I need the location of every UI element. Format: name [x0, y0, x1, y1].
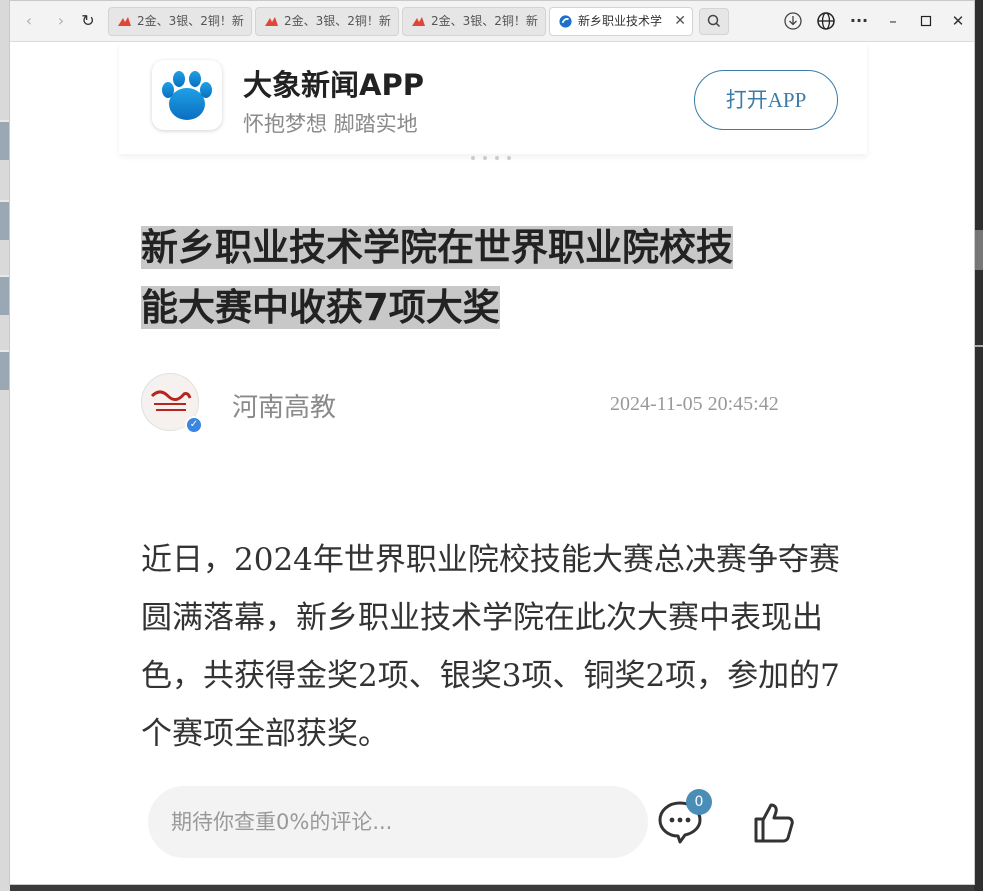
browser-tab[interactable]: 2金、3银、2铜！新: [108, 7, 252, 36]
news-favicon-icon: [412, 17, 425, 26]
app-download-banner[interactable]: 大象新闻APP 怀抱梦想 脚踏实地 打开APP: [119, 42, 867, 160]
desktop-segment: [974, 230, 983, 270]
banner-pagination-dots: [471, 145, 521, 160]
browser-tab[interactable]: 2金、3银、2铜！新: [255, 7, 399, 36]
app-slogan: 怀抱梦想 脚踏实地: [243, 112, 418, 136]
article-title: 新乡职业技术学院在世界职业院校技 能大赛中收获7项大奖: [141, 218, 841, 338]
thumbs-up-icon[interactable]: [750, 799, 798, 847]
app-logo: [152, 60, 222, 130]
more-menu-icon[interactable]: ···: [848, 10, 870, 32]
open-app-button[interactable]: 打开APP: [694, 70, 838, 130]
site-favicon-icon: [559, 15, 572, 28]
browser-tab-active[interactable]: 新乡职业技术学 ✕: [549, 7, 693, 36]
comment-count-badge: 0: [686, 789, 712, 815]
search-tab-button[interactable]: [699, 8, 729, 35]
browser-titlebar: ‹ › ↻ 2金、3银、2铜！新 2金、3银、2铜！新 2金、3银、2铜！新 新…: [10, 1, 974, 42]
close-window-icon[interactable]: ✕: [947, 10, 969, 32]
tab-label: 2金、3银、2铜！新: [137, 14, 244, 28]
download-icon[interactable]: [782, 10, 804, 32]
globe-icon[interactable]: [815, 10, 837, 32]
forward-button[interactable]: ›: [50, 10, 72, 32]
tab-label: 2金、3银、2铜！新: [284, 14, 391, 28]
article-title-line: 新乡职业技术学院在世界职业院校技: [141, 226, 733, 269]
minimize-icon[interactable]: –: [882, 10, 904, 32]
news-favicon-icon: [265, 17, 278, 26]
author-name[interactable]: 河南高教: [232, 387, 336, 424]
tab-label: 新乡职业技术学: [578, 14, 663, 28]
tab-label: 2金、3银、2铜！新: [431, 14, 538, 28]
news-favicon-icon: [118, 17, 131, 26]
reload-button[interactable]: ↻: [77, 10, 99, 32]
browser-tab[interactable]: 2金、3银、2铜！新: [402, 7, 546, 36]
browser-window: ‹ › ↻ 2金、3银、2铜！新 2金、3银、2铜！新 2金、3银、2铜！新 新…: [9, 0, 975, 885]
publish-time: 2024-11-05 20:45:42: [610, 393, 779, 415]
close-tab-icon[interactable]: ✕: [674, 8, 686, 35]
search-icon: [707, 14, 721, 28]
desktop-right-strip: [974, 0, 983, 891]
verified-badge-icon: ✓: [185, 416, 203, 434]
elephant-paw-logo-icon: [162, 71, 212, 120]
comment-input[interactable]: 期待你查重0%的评论...: [148, 786, 648, 858]
app-name: 大象新闻APP: [243, 68, 424, 102]
maximize-icon[interactable]: [915, 10, 937, 32]
page-content: 大象新闻APP 怀抱梦想 脚踏实地 打开APP 新乡职业技术学院在世界职业院校技…: [10, 42, 974, 884]
article-body: 近日，2024年世界职业院校技能大赛总决赛争夺赛圆满落幕，新乡职业技术学院在此次…: [141, 542, 840, 752]
article-title-line: 能大赛中收获7项大奖: [141, 286, 500, 329]
desktop-segment: [974, 345, 983, 347]
back-button[interactable]: ‹: [18, 10, 40, 32]
